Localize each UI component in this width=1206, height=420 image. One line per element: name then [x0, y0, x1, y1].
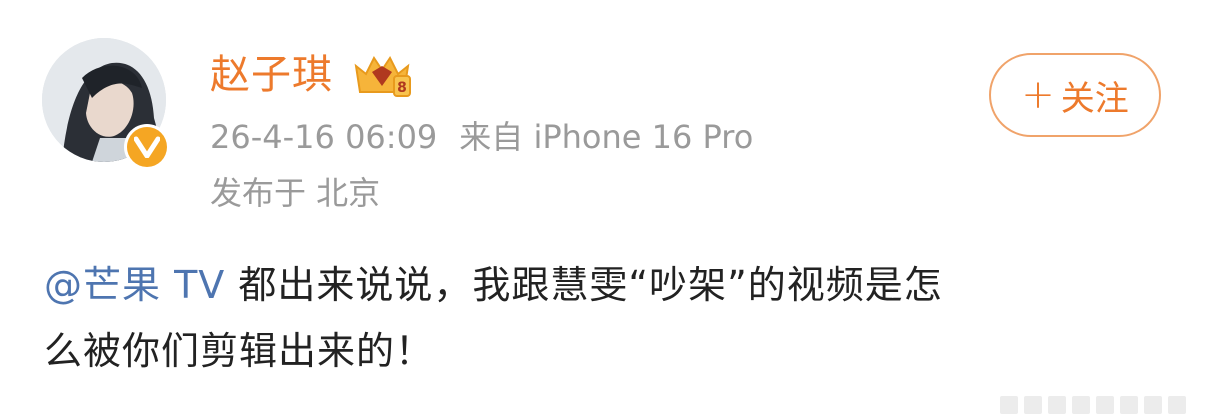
verified-v-icon: [127, 127, 167, 167]
mention-link[interactable]: @芒果 TV: [44, 263, 225, 307]
post-text-line1: 都出来说说，我跟慧雯“吵架”的视频是怎: [225, 263, 943, 307]
post-text-line2: 么被你们剪辑出来的！: [44, 329, 435, 373]
svg-text:8: 8: [397, 80, 407, 96]
verified-badge: [124, 124, 170, 170]
watermark-icon: [1000, 392, 1200, 418]
weibo-post-card: 赵子琪 8 26-4-16 06:09 来自 iPhone 16 Pro 发布于 …: [0, 0, 1206, 420]
post-time: 26-4-16 06:09: [210, 118, 438, 156]
plus-icon: +: [1021, 72, 1055, 118]
follow-button[interactable]: + 关注: [989, 53, 1161, 137]
post-meta: 26-4-16 06:09 来自 iPhone 16 Pro: [210, 116, 775, 158]
post-text: @芒果 TV 都出来说说，我跟慧雯“吵架”的视频是怎 么被你们剪辑出来的！: [44, 252, 1164, 384]
follow-label: 关注: [1060, 78, 1129, 119]
vip-crown-badge-icon[interactable]: 8: [350, 52, 414, 98]
post-source: 来自 iPhone 16 Pro: [459, 118, 754, 156]
user-name[interactable]: 赵子琪: [210, 50, 333, 100]
post-location: 发布于 北京: [210, 174, 381, 212]
